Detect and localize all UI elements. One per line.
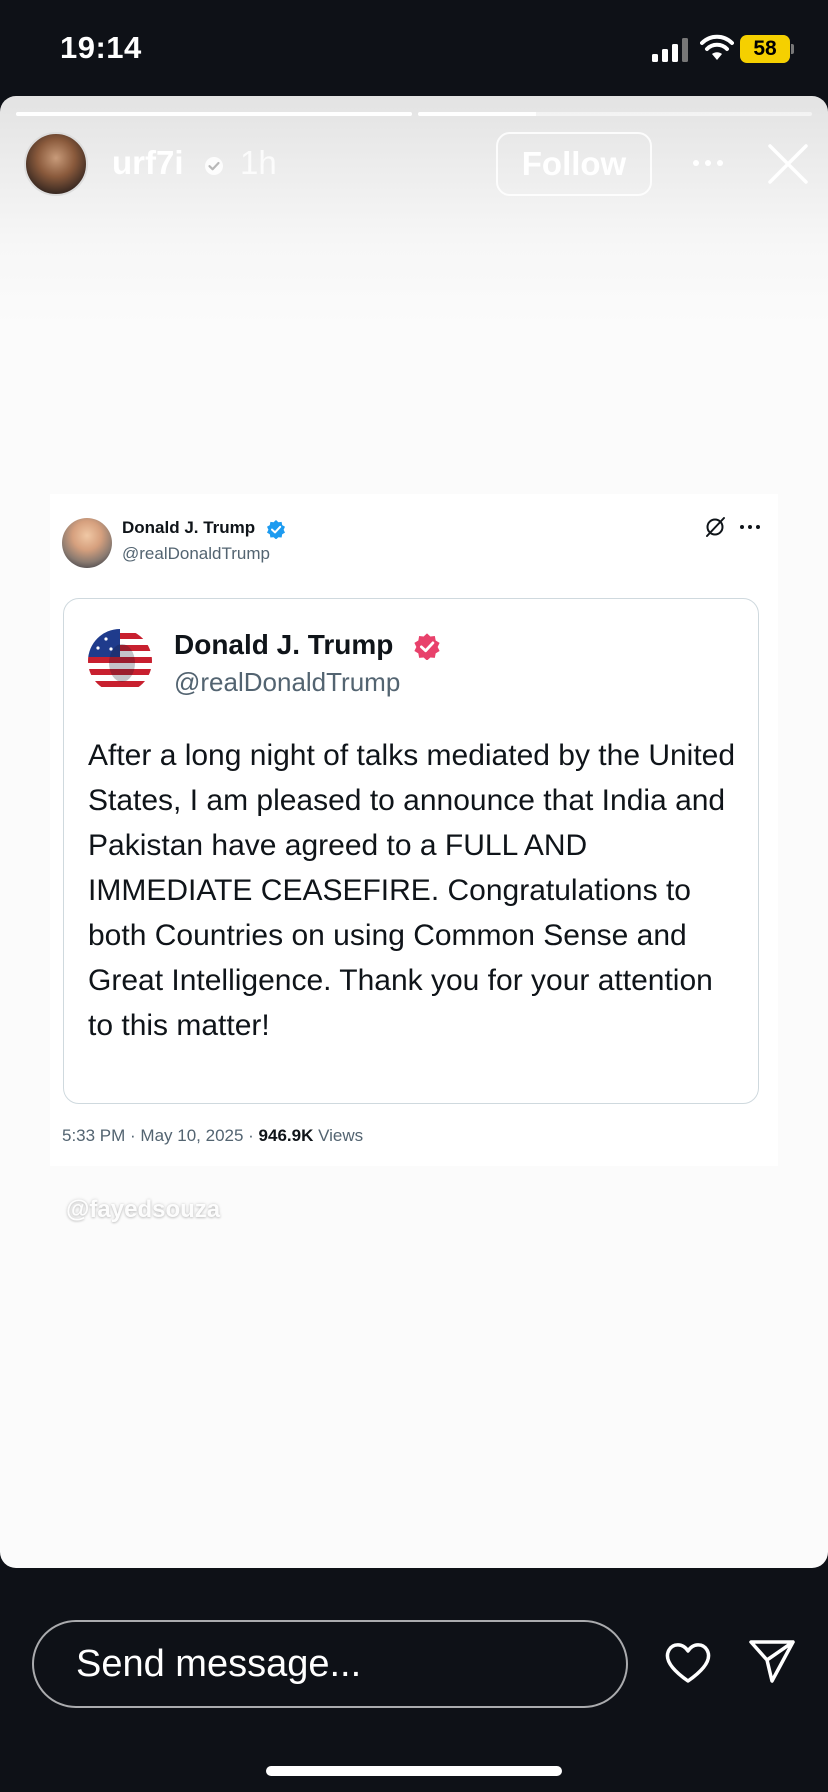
quoted-author-avatar — [88, 629, 152, 693]
home-indicator[interactable] — [266, 1766, 562, 1776]
quoted-author-name: Donald J. Trump — [174, 629, 394, 660]
more-options-icon — [740, 525, 760, 529]
status-time: 19:14 — [60, 30, 142, 65]
cellular-signal-icon — [652, 38, 688, 62]
quoted-tweet: Donald J. Trump @realDonaldTrump After a… — [63, 598, 759, 1104]
verified-badge-icon — [205, 157, 223, 175]
watermark: @fayedsouza — [66, 1196, 221, 1223]
wifi-icon — [700, 34, 734, 60]
story-author-avatar[interactable] — [24, 132, 88, 196]
story-viewer[interactable]: urf7i 1h Follow Donald J. Trump @realDon… — [0, 96, 828, 1568]
grok-icon — [706, 517, 725, 537]
verified-badge-shape — [414, 633, 440, 660]
tweet-author-avatar — [62, 518, 112, 568]
quoted-tweet-text: After a long night of talks mediated by … — [88, 739, 736, 1042]
tweet-author-handle: @realDonaldTrump — [122, 544, 270, 563]
status-bar: 19:14 58 — [0, 0, 828, 96]
story-time-ago: 1h — [240, 144, 277, 181]
heart-icon[interactable] — [664, 1640, 712, 1684]
story-progress-segment — [418, 112, 812, 116]
story-progress-fill — [418, 112, 537, 116]
ellipsis-icon[interactable] — [690, 148, 726, 178]
battery-indicator: 58 — [740, 35, 794, 63]
tweet-views-count: 946.9K — [258, 1126, 314, 1145]
quoted-author-handle: @realDonaldTrump — [174, 667, 401, 697]
story-author-username[interactable]: urf7i — [112, 144, 184, 182]
story-progress-segment — [16, 112, 412, 116]
verified-badge-icon — [267, 520, 285, 539]
follow-button[interactable]: Follow — [496, 132, 652, 196]
close-icon[interactable] — [766, 142, 810, 186]
battery-tip — [791, 44, 794, 54]
story-progress-fill — [16, 112, 412, 116]
verified-badge-shape — [267, 520, 285, 539]
send-message-input[interactable]: Send message... — [32, 1620, 628, 1708]
tweet-timestamp: 5:33 PM · May 10, 2025 · — [62, 1126, 259, 1145]
tweet-author-name: Donald J. Trump — [122, 518, 256, 537]
tweet-meta: 5:33 PM · May 10, 2025 · 946.9K Views — [62, 1126, 363, 1146]
tweet-card: Donald J. Trump @realDonaldTrump Donald … — [50, 494, 778, 1166]
battery-level: 58 — [740, 35, 790, 63]
send-icon[interactable] — [748, 1638, 796, 1684]
verified-badge-icon — [414, 633, 440, 660]
tweet-views-label: Views — [313, 1126, 364, 1145]
